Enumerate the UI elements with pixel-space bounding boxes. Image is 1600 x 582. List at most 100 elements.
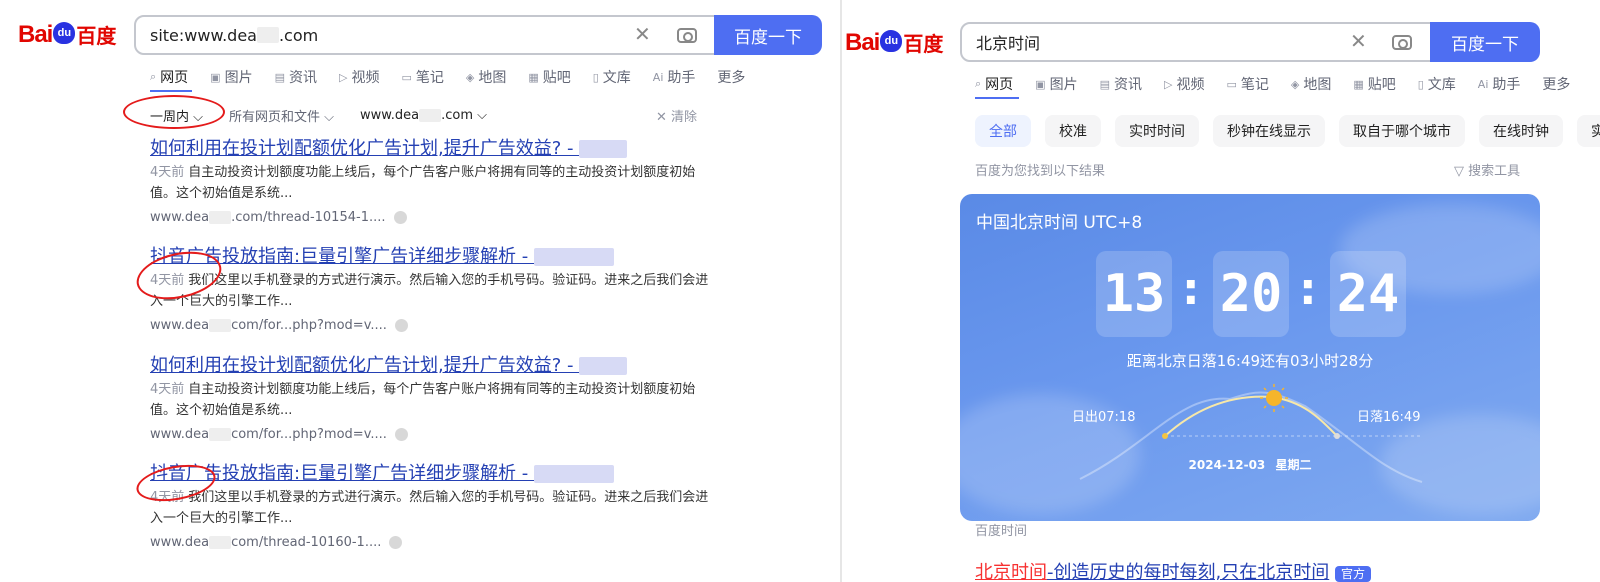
pill-realtime[interactable]: 实时时间 (1115, 115, 1199, 147)
search-button[interactable]: 百度一下 (1430, 22, 1540, 62)
camera-icon[interactable] (1392, 35, 1412, 50)
tab-images[interactable]: ▣ 图片 (1035, 74, 1077, 94)
results-found-text: 百度为您找到以下结果 (975, 164, 1106, 179)
pill-which-city[interactable]: 取自于哪个城市 (1339, 115, 1465, 147)
search-result: 如何利用在投计划配额优化广告计划,提升广告效益? - 4天前 自主动投资计划额度功… (150, 134, 710, 225)
tieba-icon: ▦ (528, 70, 539, 84)
tab-notes[interactable]: ▭ 笔记 (1226, 74, 1268, 94)
dropdown-icon[interactable] (394, 428, 408, 441)
tab-tieba[interactable]: ▦ 贴吧 (528, 67, 570, 87)
tab-label: 图片 (224, 70, 253, 86)
tab-wenku[interactable]: ▯ 文库 (1418, 74, 1456, 94)
video-icon: ▷ (338, 70, 348, 84)
clear-icon[interactable]: ✕ (634, 24, 651, 44)
result-abstract-text: 自主动投资计划额度功能上线后，每个广告客户账户将拥有同等的主动投资计划额度初始值… (150, 382, 696, 418)
dropdown-icon[interactable] (394, 319, 408, 332)
result-abstract: 4天前 我们这里以手机登录的方式进行演示。然后输入您的手机号码。验证码。进来之后我… (150, 487, 710, 529)
tab-assistant[interactable]: Ai 助手 (1478, 74, 1521, 94)
dropdown-icon[interactable] (393, 211, 407, 224)
tab-label: 网页 (985, 77, 1014, 93)
tab-news[interactable]: ▤ 资讯 (1100, 74, 1142, 94)
result-title-link[interactable]: 如何利用在投计划配额优化广告计划,提升广告效益? - (150, 134, 710, 159)
news-icon: ▤ (1099, 77, 1110, 91)
type-filter[interactable]: 所有网页和文件 ⌵ (229, 106, 334, 125)
tab-label: 资讯 (288, 70, 317, 86)
site-filter[interactable]: www.dea .com ⌵ (360, 108, 487, 123)
tab-label: 笔记 (1240, 77, 1269, 93)
tab-video[interactable]: ▷ 视频 (339, 67, 379, 87)
result-url-head: www.dea (150, 318, 210, 333)
paw-icon: du (880, 29, 903, 52)
result-url[interactable]: www.dea com/thread-10160-1.... (150, 535, 710, 550)
result-url[interactable]: www.dea com/for...php?mod=v.... (150, 318, 710, 333)
result-url[interactable]: www.dea .com/thread-10154-1.... (150, 210, 710, 225)
chevron-down-icon: ⌵ (324, 110, 335, 125)
search-icon: ⌕ (975, 77, 982, 90)
redacted-block (534, 248, 615, 266)
dropdown-icon[interactable] (389, 536, 403, 549)
result-title-link[interactable]: 如何利用在投计划配额优化广告计划,提升广告效益? - (150, 351, 710, 376)
tab-more[interactable]: 更多 (1542, 74, 1570, 94)
tab-images[interactable]: ▣ 图片 (210, 67, 252, 87)
search-input[interactable]: site:www.dea .com (134, 15, 716, 55)
result-url[interactable]: www.dea com/for...php?mod=v.... (150, 427, 710, 442)
logo-paw-text: du (884, 34, 899, 47)
tab-video[interactable]: ▷ 视频 (1164, 74, 1204, 94)
result-abstract: 4天前 自主动投资计划额度功能上线后，每个广告客户账户将拥有同等的主动投资计划额度… (150, 162, 710, 204)
pill-seconds-display[interactable]: 秒钟在线显示 (1213, 115, 1325, 147)
logo-latin: Bai (845, 28, 880, 56)
close-icon: ✕ (656, 110, 667, 125)
pill-all[interactable]: 全部 (975, 115, 1031, 147)
result-abstract: 4天前 自主动投资计划额度功能上线后，每个广告客户账户将拥有同等的主动投资计划额度… (150, 379, 710, 421)
tab-label: 助手 (667, 70, 696, 86)
result-url-tail: com/for...php?mod=v.... (231, 427, 387, 442)
active-tab-underline (975, 97, 1019, 99)
baidu-logo[interactable]: Bai du 百度 (18, 20, 116, 49)
result-title-link[interactable]: 抖音广告投放指南:巨量引擎广告详细步骤解析 - (150, 242, 710, 267)
date-label: 2024-12-03 星期二 (960, 456, 1540, 473)
result-abstract-text: 我们这里以手机登录的方式进行演示。然后输入您的手机号码。验证码。进来之后我们会进… (150, 490, 709, 526)
search-result: 如何利用在投计划配额优化广告计划,提升广告效益? - 4天前 自主动投资计划额度功… (150, 351, 710, 442)
tab-news[interactable]: ▤ 资讯 (275, 67, 317, 87)
next-result-title[interactable]: 北京时间-创造历史的每时每刻,只在北京时间 官方 (975, 558, 1371, 582)
result-title-link[interactable]: 抖音广告投放指南:巨量引擎广告详细步骤解析 - (150, 459, 710, 484)
result-url-tail: com/for...php?mod=v.... (231, 318, 387, 333)
sunrise-dot (1162, 433, 1168, 439)
pill-calibrate[interactable]: 校准 (1045, 115, 1101, 147)
baidu-logo[interactable]: Bai du 百度 (845, 28, 943, 57)
tab-assistant[interactable]: Ai 助手 (653, 67, 696, 87)
redacted-block (209, 319, 232, 332)
redacted-block (579, 357, 628, 375)
note-icon: ▭ (1226, 77, 1237, 91)
official-badge: 官方 (1334, 566, 1371, 582)
camera-icon[interactable] (677, 28, 697, 43)
tab-more[interactable]: 更多 (717, 67, 745, 87)
pill-realtime-2[interactable]: 实时 (1577, 115, 1600, 147)
beijing-time-card[interactable]: 中国北京时间 UTC+8 13 : 20 : 24 距离北京日落16:49还有0… (960, 194, 1540, 521)
pill-online-clock[interactable]: 在线时钟 (1479, 115, 1563, 147)
tab-notes[interactable]: ▭ 笔记 (401, 67, 443, 87)
sunrise-label: 日出07:18 (1072, 410, 1136, 425)
clear-filter-button[interactable]: ✕ 清除 (656, 106, 697, 125)
clear-icon[interactable]: ✕ (1350, 31, 1367, 51)
sunset-label: 日落16:49 (1357, 410, 1421, 425)
result-url-head: www.dea (150, 427, 210, 442)
chevron-down-icon: ⌵ (477, 108, 487, 123)
search-button[interactable]: 百度一下 (714, 15, 822, 55)
tab-map[interactable]: ◈ 地图 (1291, 74, 1331, 94)
search-tools-button[interactable]: ▽ 搜索工具 (1454, 160, 1520, 179)
redacted-block (209, 211, 232, 224)
tab-wenku[interactable]: ▯ 文库 (593, 67, 631, 87)
tab-label: 助手 (1492, 77, 1521, 93)
tab-tieba[interactable]: ▦ 贴吧 (1353, 74, 1395, 94)
tab-web[interactable]: ⌕ 网页 (975, 74, 1013, 94)
search-tools-label: 搜索工具 (1468, 164, 1521, 179)
tab-label: 地图 (478, 70, 507, 86)
tab-web[interactable]: ⌕ 网页 (150, 67, 188, 87)
search-tabs: ⌕ 网页 ▣ 图片 ▤ 资讯 ▷ 视频 ▭ 笔记 ◈ 地图 ▦ 贴吧 ▯ 文库 Ai 助手 更多 (150, 67, 767, 87)
paw-icon: du (53, 21, 76, 44)
search-value: 北京时间 (976, 34, 1041, 53)
tab-map[interactable]: ◈ 地图 (466, 67, 506, 87)
right-browser-pane: Bai du 百度 北京时间 ✕ 百度一下 ⌕ 网页 ▣ 图片 ▤ 资讯 ▷ 视频 ▭ 笔… (842, 0, 1600, 582)
map-icon: ◈ (1290, 77, 1300, 91)
